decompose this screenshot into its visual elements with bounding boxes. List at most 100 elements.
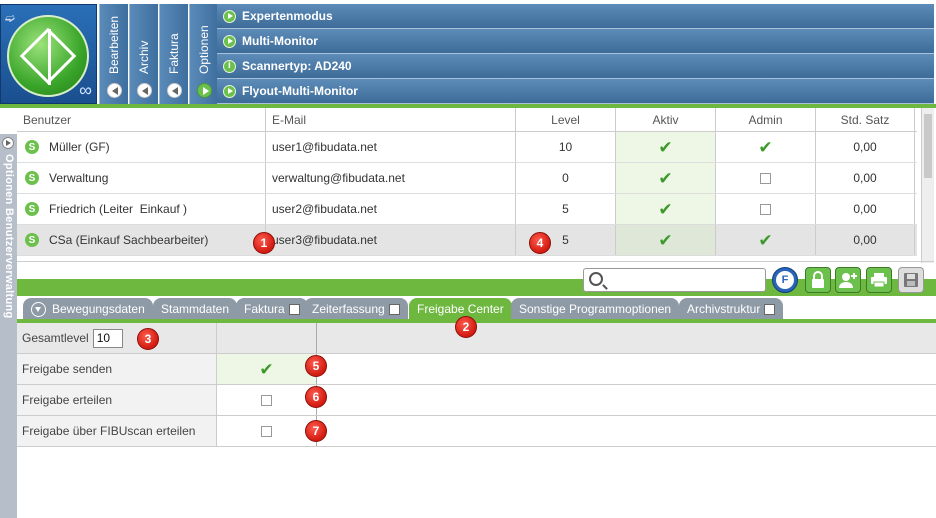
search-input[interactable] xyxy=(583,268,766,292)
lock-icon xyxy=(812,271,824,288)
vtab-archiv[interactable]: Archiv xyxy=(129,4,158,104)
app-logo[interactable]: ➫ ∞ xyxy=(0,4,97,104)
gesamtlevel-label: Gesamtlevel xyxy=(22,331,89,345)
user-std-satz: 0,00 xyxy=(816,225,915,255)
save-button[interactable] xyxy=(898,267,924,293)
tab-sonstige-programmoptionen[interactable]: Sonstige Programmoptionen xyxy=(511,298,680,320)
add-user-button[interactable] xyxy=(835,267,861,293)
menu-item-label: Expertenmodus xyxy=(242,9,333,23)
chevron-down-icon[interactable] xyxy=(31,301,46,317)
approval-row-freigabe-senden[interactable]: Freigabe senden ✔ xyxy=(17,354,936,385)
search-icon xyxy=(589,272,603,286)
menu-item-label: Flyout-Multi-Monitor xyxy=(242,84,358,98)
user-status-icon: S xyxy=(25,171,39,185)
menu-item-expertenmodus[interactable]: Expertenmodus xyxy=(217,4,934,29)
annotation-marker-1: 1 xyxy=(253,232,275,254)
play-arrow-icon xyxy=(223,34,236,48)
floppy-disk-icon xyxy=(904,273,918,287)
column-header-email[interactable]: E-Mail xyxy=(266,108,516,131)
column-header-std-satz[interactable]: Std. Satz xyxy=(816,108,915,131)
user-email: user2@fibudata.net xyxy=(266,194,516,224)
table-header: Benutzer E-Mail Level Aktiv Admin Std. S… xyxy=(17,108,917,132)
tab-stammdaten[interactable]: Stammdaten xyxy=(153,298,238,320)
tab-zeiterfassung[interactable]: Zeiterfassung xyxy=(304,298,408,320)
print-button[interactable] xyxy=(866,267,892,293)
expand-panel-icon[interactable] xyxy=(2,137,14,149)
column-header-admin[interactable]: Admin xyxy=(716,108,816,131)
user-name: Friedrich (Leiter Einkauf ) xyxy=(49,202,188,216)
annotation-marker-2: 2 xyxy=(455,316,477,338)
tab-checkbox[interactable] xyxy=(388,303,400,315)
user-status-icon: S xyxy=(25,202,39,216)
table-row[interactable]: S Verwaltung verwaltung@fibudata.net 0 ✔ … xyxy=(17,163,917,194)
vtab-optionen[interactable]: Optionen xyxy=(189,4,218,104)
user-std-satz: 0,00 xyxy=(816,132,915,162)
vtab-label: Bearbeiten xyxy=(107,15,121,74)
approval-row-freigabe-fibuscan[interactable]: Freigabe über FIBUscan erteilen xyxy=(17,416,936,447)
approval-row-freigabe-erteilen[interactable]: Freigabe erteilen xyxy=(17,385,936,416)
info-icon xyxy=(223,59,236,73)
collapse-left-icon[interactable] xyxy=(167,83,182,98)
table-scrollbar[interactable] xyxy=(921,108,934,263)
annotation-marker-7: 7 xyxy=(305,420,327,442)
gesamtlevel-input[interactable]: 10 xyxy=(92,328,123,348)
play-arrow-icon xyxy=(223,84,236,98)
approval-label: Freigabe über FIBUscan erteilen xyxy=(17,416,217,446)
menu-item-label: Scannertyp: AD240 xyxy=(242,59,352,73)
column-header-level[interactable]: Level xyxy=(516,108,616,131)
user-level: 10 xyxy=(516,132,616,162)
app-header: ➫ ∞ Bearbeiten Archiv Faktura Optionen E… xyxy=(0,0,936,106)
freigabe-senden-checkbox[interactable]: ✔ xyxy=(259,361,273,378)
divider xyxy=(17,261,934,262)
menu-item-scannertyp[interactable]: Scannertyp: AD240 xyxy=(217,54,934,79)
annotation-marker-3: 3 xyxy=(137,328,159,350)
user-std-satz: 0,00 xyxy=(816,163,915,193)
tab-label: Sonstige Programmoptionen xyxy=(519,302,672,316)
freigabe-erteilen-checkbox[interactable] xyxy=(261,394,272,406)
aktiv-checkbox[interactable]: ✔ xyxy=(658,201,672,218)
freigabe-fibuscan-checkbox[interactable] xyxy=(261,425,272,437)
tab-label: Freigabe Center xyxy=(417,302,504,316)
tab-checkbox[interactable] xyxy=(288,303,300,315)
menu-item-flyout-multi-monitor[interactable]: Flyout-Multi-Monitor xyxy=(217,79,934,104)
user-status-icon: S xyxy=(25,233,39,247)
admin-checkbox[interactable] xyxy=(760,203,771,215)
menu-item-multi-monitor[interactable]: Multi-Monitor xyxy=(217,29,934,54)
aktiv-checkbox[interactable]: ✔ xyxy=(658,170,672,187)
tab-label: Bewegungsdaten xyxy=(52,302,145,316)
column-header-aktiv[interactable]: Aktiv xyxy=(616,108,716,131)
aktiv-checkbox[interactable]: ✔ xyxy=(658,139,672,156)
aktiv-checkbox[interactable]: ✔ xyxy=(658,232,672,249)
fold-arrow-icon: ➫ xyxy=(5,11,16,25)
vtab-faktura[interactable]: Faktura xyxy=(159,4,188,104)
collapse-left-icon[interactable] xyxy=(107,83,122,98)
table-row[interactable]: S Friedrich (Leiter Einkauf ) user2@fibud… xyxy=(17,194,917,225)
tab-label: Zeiterfassung xyxy=(312,302,385,316)
tab-label: Archivstruktur xyxy=(687,302,761,316)
admin-checkbox[interactable]: ✔ xyxy=(758,139,772,156)
collapse-left-icon[interactable] xyxy=(137,83,152,98)
table-row[interactable]: S Müller (GF) user1@fibudata.net 10 ✔ ✔ 0… xyxy=(17,132,917,163)
vtab-bearbeiten[interactable]: Bearbeiten xyxy=(99,4,128,104)
tab-checkbox[interactable] xyxy=(764,303,776,315)
expand-right-icon[interactable] xyxy=(197,83,212,98)
tab-bar: Bewegungsdaten Stammdaten Faktura Zeiter… xyxy=(17,297,936,321)
tab-label: Faktura xyxy=(244,302,285,316)
lock-button[interactable] xyxy=(805,267,831,293)
admin-checkbox[interactable]: ✔ xyxy=(758,232,772,249)
user-name: CSa (Einkauf Sachbearbeiter) xyxy=(49,233,209,247)
column-header-benutzer[interactable]: Benutzer xyxy=(17,108,266,131)
user-email: user3@fibudata.net xyxy=(266,225,516,255)
user-email: verwaltung@fibudata.net xyxy=(266,163,516,193)
tab-faktura[interactable]: Faktura xyxy=(236,298,308,320)
approval-label: Freigabe senden xyxy=(17,354,217,384)
tab-archivstruktur[interactable]: Archivstruktur xyxy=(679,298,784,320)
tab-bewegungsdaten[interactable]: Bewegungsdaten xyxy=(23,298,153,320)
admin-checkbox[interactable] xyxy=(760,172,771,184)
table-row-selected[interactable]: S CSa (Einkauf Sachbearbeiter) user3@fibu… xyxy=(17,225,917,256)
fibu-button[interactable]: F xyxy=(772,267,798,293)
user-level: 0 xyxy=(516,163,616,193)
annotation-marker-4: 4 xyxy=(529,232,551,254)
user-email: user1@fibudata.net xyxy=(266,132,516,162)
scrollbar-thumb[interactable] xyxy=(924,114,932,178)
